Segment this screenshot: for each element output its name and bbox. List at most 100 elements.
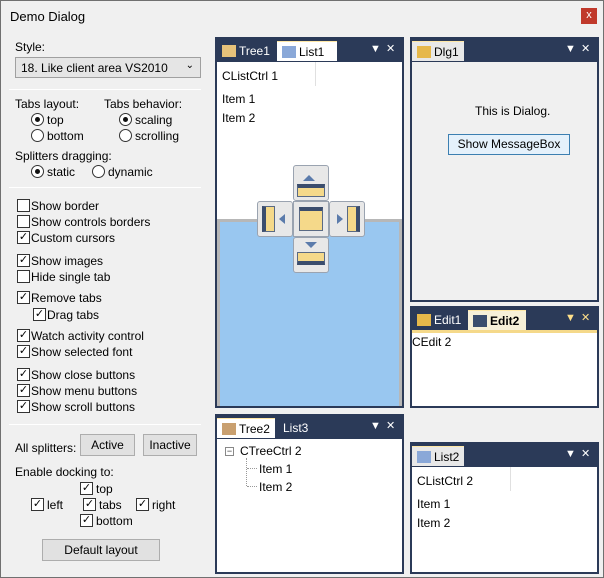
pane-list2: List2 ▼ ✕ CListCtrl 2 Item 1 Item 2 [410, 442, 599, 574]
dialog-text: This is Dialog. [475, 104, 551, 118]
dock-right-checkbox[interactable]: ✓ [136, 498, 149, 511]
active-button[interactable]: Active [80, 434, 135, 456]
dock-bottom-checkbox[interactable]: ✓ [80, 514, 93, 527]
collapse-icon[interactable]: − [225, 447, 234, 456]
tabs-behavior-scaling-radio[interactable] [119, 113, 132, 126]
splitters-dynamic-radio[interactable] [92, 165, 105, 178]
pane-tree2: Tree2 List3 ▼ ✕ − CTreeCtrl 2 Item 1 Ite… [215, 414, 404, 574]
edit2-content[interactable]: CEdit 2 [412, 330, 597, 406]
list-item[interactable]: Item 1 [417, 497, 450, 511]
dock-tabs-label: tabs [99, 498, 122, 512]
splitters-dragging-label: Splitters dragging: [15, 149, 112, 163]
tabs-layout-label: Tabs layout: [15, 97, 80, 111]
divider [9, 187, 201, 188]
default-layout-button[interactable]: Default layout [42, 539, 160, 561]
list-header[interactable]: CListCtrl 2 [417, 474, 473, 488]
tree-line [246, 458, 247, 486]
dock-marker-center[interactable] [293, 201, 329, 237]
tab-menu-button[interactable]: ▼ [370, 43, 381, 55]
option-checkbox[interactable]: ✓ [17, 384, 30, 397]
tab-label: Dlg1 [434, 45, 459, 59]
style-select-value: 18. Like client area VS2010 [21, 61, 168, 75]
list2-content[interactable]: CListCtrl 2 Item 1 Item 2 [412, 467, 597, 572]
tree-item[interactable]: Item 1 [259, 462, 292, 476]
tab-close-button[interactable]: ✕ [581, 448, 590, 460]
tab-tree1[interactable]: Tree1 [217, 41, 273, 61]
dock-top-checkbox[interactable]: ✓ [80, 482, 93, 495]
list-icon [417, 451, 431, 463]
option-checkbox[interactable] [17, 199, 30, 212]
dock-marker-bottom[interactable] [293, 237, 329, 273]
tabs-behavior-scaling-label: scaling [135, 113, 173, 127]
tab-label: List3 [283, 421, 309, 435]
tab-menu-button[interactable]: ▼ [565, 448, 576, 460]
header-divider [315, 62, 316, 86]
option-checkbox[interactable]: ✓ [17, 400, 30, 413]
tab-strip: Edit1 Edit2 ▼ ✕ [410, 306, 599, 330]
tab-menu-button[interactable]: ▼ [370, 420, 381, 432]
option-label: Watch activity control [31, 329, 144, 343]
arrow-right-icon [337, 214, 343, 224]
tabs-layout-bottom-label: bottom [47, 129, 84, 143]
tab-close-button[interactable]: ✕ [581, 43, 590, 55]
tree2-content[interactable]: − CTreeCtrl 2 Item 1 Item 2 [217, 439, 402, 572]
tab-menu-button[interactable]: ▼ [565, 312, 576, 324]
edit-text[interactable]: CEdit 2 [412, 335, 451, 349]
arrow-down-icon [305, 242, 317, 248]
title-bar[interactable]: Demo Dialog x [1, 1, 603, 31]
tree-item[interactable]: Item 2 [259, 480, 292, 494]
option-checkbox[interactable]: ✓ [17, 231, 30, 244]
dock-left-checkbox[interactable]: ✓ [31, 498, 44, 511]
tab-edit2[interactable]: Edit2 [468, 310, 526, 330]
option-checkbox[interactable]: ✓ [17, 368, 30, 381]
tree-root[interactable]: CTreeCtrl 2 [240, 444, 302, 458]
option-label: Show selected font [31, 345, 133, 359]
tab-label: List1 [299, 45, 325, 59]
list-item[interactable]: Item 2 [417, 516, 450, 530]
tabs-layout-top-radio[interactable] [31, 113, 44, 126]
option-checkbox[interactable]: ✓ [17, 291, 30, 304]
close-button[interactable]: x [581, 8, 597, 24]
pane-list1: Tree1 List1 ▼ ✕ CListCtrl 1 Item 1 Item … [215, 37, 404, 408]
tab-list2[interactable]: List2 [412, 446, 464, 466]
tab-tree2[interactable]: Tree2 [217, 418, 275, 438]
tab-label: Edit2 [490, 314, 520, 328]
tabs-behavior-scrolling-radio[interactable] [119, 129, 132, 142]
option-checkbox[interactable] [17, 270, 30, 283]
list-grid-icon [282, 46, 296, 58]
style-select[interactable]: 18. Like client area VS2010 ⌄ [15, 57, 201, 78]
option-checkbox[interactable]: ✓ [17, 345, 30, 358]
tab-close-button[interactable]: ✕ [386, 43, 395, 55]
option-checkbox[interactable] [17, 215, 30, 228]
dock-tabs-checkbox[interactable]: ✓ [83, 498, 96, 511]
dock-marker-right[interactable] [329, 201, 365, 237]
tab-dlg1[interactable]: Dlg1 [412, 41, 464, 61]
splitters-static-radio[interactable] [31, 165, 44, 178]
window-title: Demo Dialog [10, 9, 86, 24]
tab-list1[interactable]: List1 [277, 41, 337, 61]
tab-close-button[interactable]: ✕ [386, 420, 395, 432]
option-checkbox[interactable]: ✓ [33, 308, 46, 321]
inactive-button[interactable]: Inactive [143, 434, 197, 456]
dock-left-icon [262, 206, 275, 232]
tab-list3[interactable]: List3 [283, 418, 323, 438]
dock-marker-top[interactable] [293, 165, 329, 201]
list-item[interactable]: Item 2 [222, 111, 255, 125]
dock-marker-left[interactable] [257, 201, 293, 237]
option-checkbox[interactable]: ✓ [17, 254, 30, 267]
list1-content[interactable]: CListCtrl 1 Item 1 Item 2 [217, 62, 402, 406]
chevron-down-icon: ⌄ [185, 60, 194, 71]
option-label: Hide single tab [31, 270, 111, 284]
tab-edit1[interactable]: Edit1 [412, 310, 466, 330]
option-checkbox[interactable]: ✓ [17, 329, 30, 342]
dock-tabs-icon [299, 207, 323, 231]
tab-menu-button[interactable]: ▼ [565, 43, 576, 55]
dock-bottom-icon [297, 252, 325, 265]
tab-close-button[interactable]: ✕ [581, 312, 590, 324]
dock-left-label: left [47, 498, 64, 512]
show-messagebox-button[interactable]: Show MessageBox [448, 134, 570, 155]
envelope-icon [222, 45, 236, 57]
list-item[interactable]: Item 1 [222, 92, 255, 106]
tabs-layout-bottom-radio[interactable] [31, 129, 44, 142]
list-header[interactable]: CListCtrl 1 [222, 69, 278, 83]
